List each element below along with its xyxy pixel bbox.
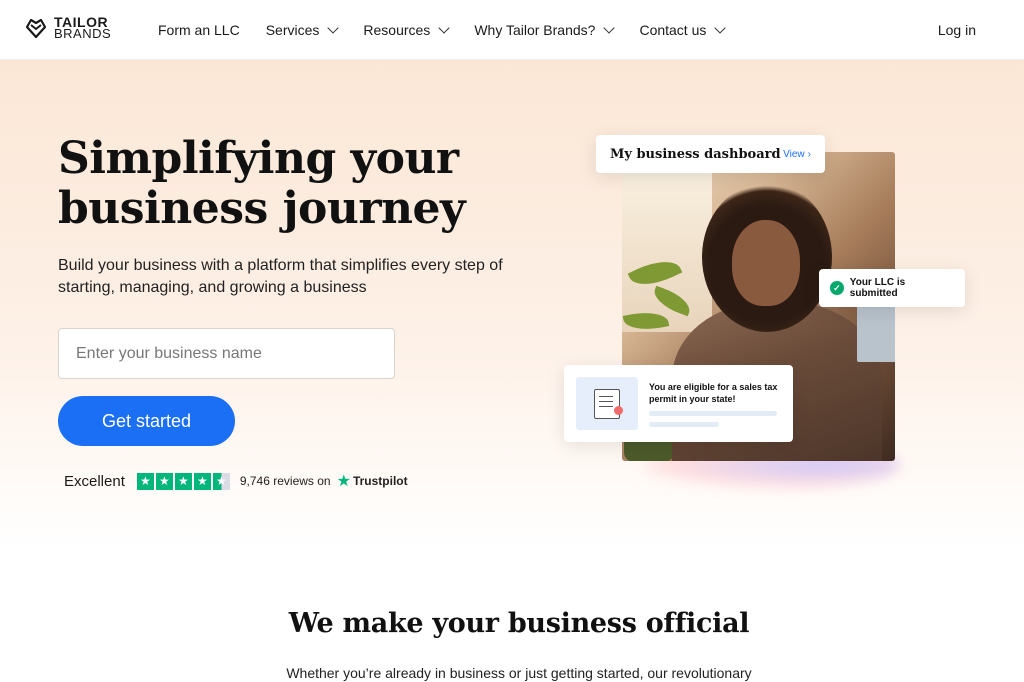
star-icon: ★ [174, 472, 192, 490]
llc-status-card: ✓ Your LLC is submitted [819, 269, 965, 307]
placeholder-bar [649, 422, 719, 427]
logo-heart-icon [25, 18, 47, 39]
dashboard-card[interactable]: My business dashboard View › [596, 135, 825, 173]
section-text: Whether you’re already in business or ju… [286, 665, 752, 681]
llc-status-text: Your LLC is submitted [849, 277, 906, 299]
business-name-input[interactable] [58, 328, 395, 379]
headline-line2: business journey [58, 183, 466, 234]
tailor-brands-logo[interactable]: TAILOR BRANDS [24, 15, 112, 41]
trustpilot-star-icon: ★ [336, 473, 351, 490]
tax-text-block: You are eligible for a sales tax permit … [649, 377, 781, 430]
top-nav: TAILOR BRANDS Form an LLC Services Resou… [0, 0, 1024, 60]
menu-label: Services [265, 22, 320, 38]
menu-item-form-llc[interactable]: Form an LLC [158, 22, 240, 38]
view-label: View [783, 148, 805, 160]
chevron-right-icon: › [807, 148, 811, 160]
half-star-icon: ★ [212, 472, 230, 490]
login-link[interactable]: Log in [938, 22, 976, 38]
person-face [732, 220, 800, 306]
tax-notice: You are eligible for a sales tax permit … [649, 382, 778, 404]
menu-item-resources[interactable]: Resources [363, 22, 450, 38]
star-rating: ★ ★ ★ ★ ★ [136, 472, 230, 490]
chevron-down-icon [714, 22, 727, 34]
menu-item-services[interactable]: Services [265, 22, 340, 38]
star-icon: ★ [193, 472, 211, 490]
chevron-down-icon [603, 22, 616, 34]
main-menu: Form an LLC Services Resources Why Tailo… [158, 0, 750, 60]
hero-subtext: Build your business with a platform that… [58, 257, 503, 296]
menu-label: Contact us [639, 22, 707, 38]
star-icon: ★ [155, 472, 173, 490]
document-icon-box [576, 377, 638, 430]
review-count: 9,746 reviews on [239, 474, 331, 488]
logo-line2: BRANDS [54, 26, 112, 41]
headline-line1: Simplifying your [58, 133, 459, 184]
menu-label: Resources [363, 22, 431, 38]
dashboard-title: My business dashboard [610, 146, 781, 162]
menu-label: Why Tailor Brands? [474, 22, 596, 38]
placeholder-bar [649, 411, 777, 416]
dashboard-view-link[interactable]: View › [783, 149, 811, 160]
trustpilot-widget[interactable]: Excellent ★ ★ ★ ★ ★ 9,746 reviews on ★ T… [64, 470, 408, 492]
check-circle-icon: ✓ [830, 281, 844, 295]
logo-text: TAILOR BRANDS [54, 15, 112, 41]
certificate-icon [594, 388, 623, 419]
get-started-button[interactable]: Get started [58, 396, 235, 446]
chevron-down-icon [438, 22, 450, 34]
menu-item-contact-us[interactable]: Contact us [639, 22, 727, 38]
menu-label: Form an LLC [158, 22, 240, 38]
hero-headline: Simplifying your business journey [58, 133, 466, 234]
chevron-down-icon [327, 22, 340, 34]
tax-permit-card: You are eligible for a sales tax permit … [564, 365, 793, 442]
section-title: We make your business official [288, 608, 750, 639]
star-icon: ★ [136, 472, 154, 490]
rating-word: Excellent [64, 472, 125, 490]
trustpilot-name: Trustpilot [352, 474, 408, 488]
menu-item-why-tailor-brands[interactable]: Why Tailor Brands? [474, 22, 616, 38]
laptop [857, 302, 895, 362]
